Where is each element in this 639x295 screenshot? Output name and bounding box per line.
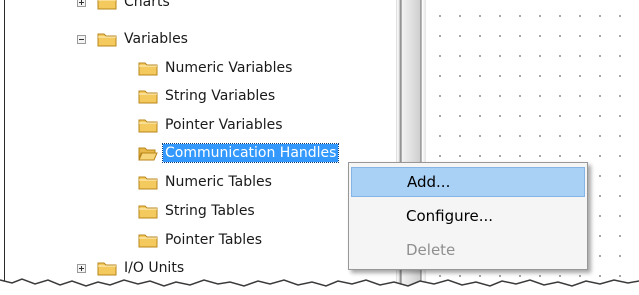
tree-item-label: Pointer Tables xyxy=(165,232,263,248)
tree-item-label: Variables xyxy=(124,31,188,47)
open-folder-icon xyxy=(138,147,158,161)
menu-item-delete[interactable]: Delete xyxy=(351,235,585,265)
context-menu: Add... Configure... Delete xyxy=(348,162,588,270)
menu-item-label: Delete xyxy=(406,241,456,259)
folder-icon xyxy=(97,33,117,47)
tree-item-label: Numeric Tables xyxy=(165,174,272,190)
menu-item-add[interactable]: Add... xyxy=(351,167,585,197)
tree-item-label: Pointer Variables xyxy=(165,117,283,133)
tree-item-numeric-variables[interactable]: Numeric Variables xyxy=(138,56,294,80)
tree-item-label: String Tables xyxy=(165,203,255,219)
tree-item-label: Charts xyxy=(124,0,170,10)
folder-icon xyxy=(97,0,117,10)
menu-item-label: Configure... xyxy=(406,207,494,225)
folder-icon xyxy=(138,205,158,219)
menu-item-configure[interactable]: Configure... xyxy=(351,201,585,231)
collapse-minus-icon[interactable] xyxy=(77,34,86,44)
tree-item-pointer-tables[interactable]: Pointer Tables xyxy=(138,228,264,252)
tree-item-string-variables[interactable]: String Variables xyxy=(138,84,277,108)
screenshot-frame: Charts Variables Numeric Variables Strin… xyxy=(0,0,639,295)
tree-item-numeric-tables[interactable]: Numeric Tables xyxy=(138,170,274,194)
folder-icon xyxy=(138,62,158,76)
tree-item-charts[interactable]: Charts xyxy=(77,0,172,14)
tree-item-label: Communication Handles xyxy=(161,143,340,163)
tree-item-variables[interactable]: Variables xyxy=(77,27,190,51)
folder-icon xyxy=(138,176,158,190)
menu-item-label: Add... xyxy=(407,173,451,191)
tree-item-label: Numeric Variables xyxy=(165,60,293,76)
tree-item-communication-handles[interactable]: Communication Handles xyxy=(138,141,340,165)
expand-plus-icon[interactable] xyxy=(77,0,86,7)
folder-icon xyxy=(138,90,158,104)
tree-item-pointer-variables[interactable]: Pointer Variables xyxy=(138,113,285,137)
tree-item-string-tables[interactable]: String Tables xyxy=(138,199,257,223)
tree-item-label: String Variables xyxy=(165,88,276,104)
strategy-tree: Charts Variables Numeric Variables Strin… xyxy=(4,0,397,286)
folder-icon xyxy=(138,119,158,133)
folder-icon xyxy=(138,234,158,248)
torn-edge xyxy=(0,278,639,295)
